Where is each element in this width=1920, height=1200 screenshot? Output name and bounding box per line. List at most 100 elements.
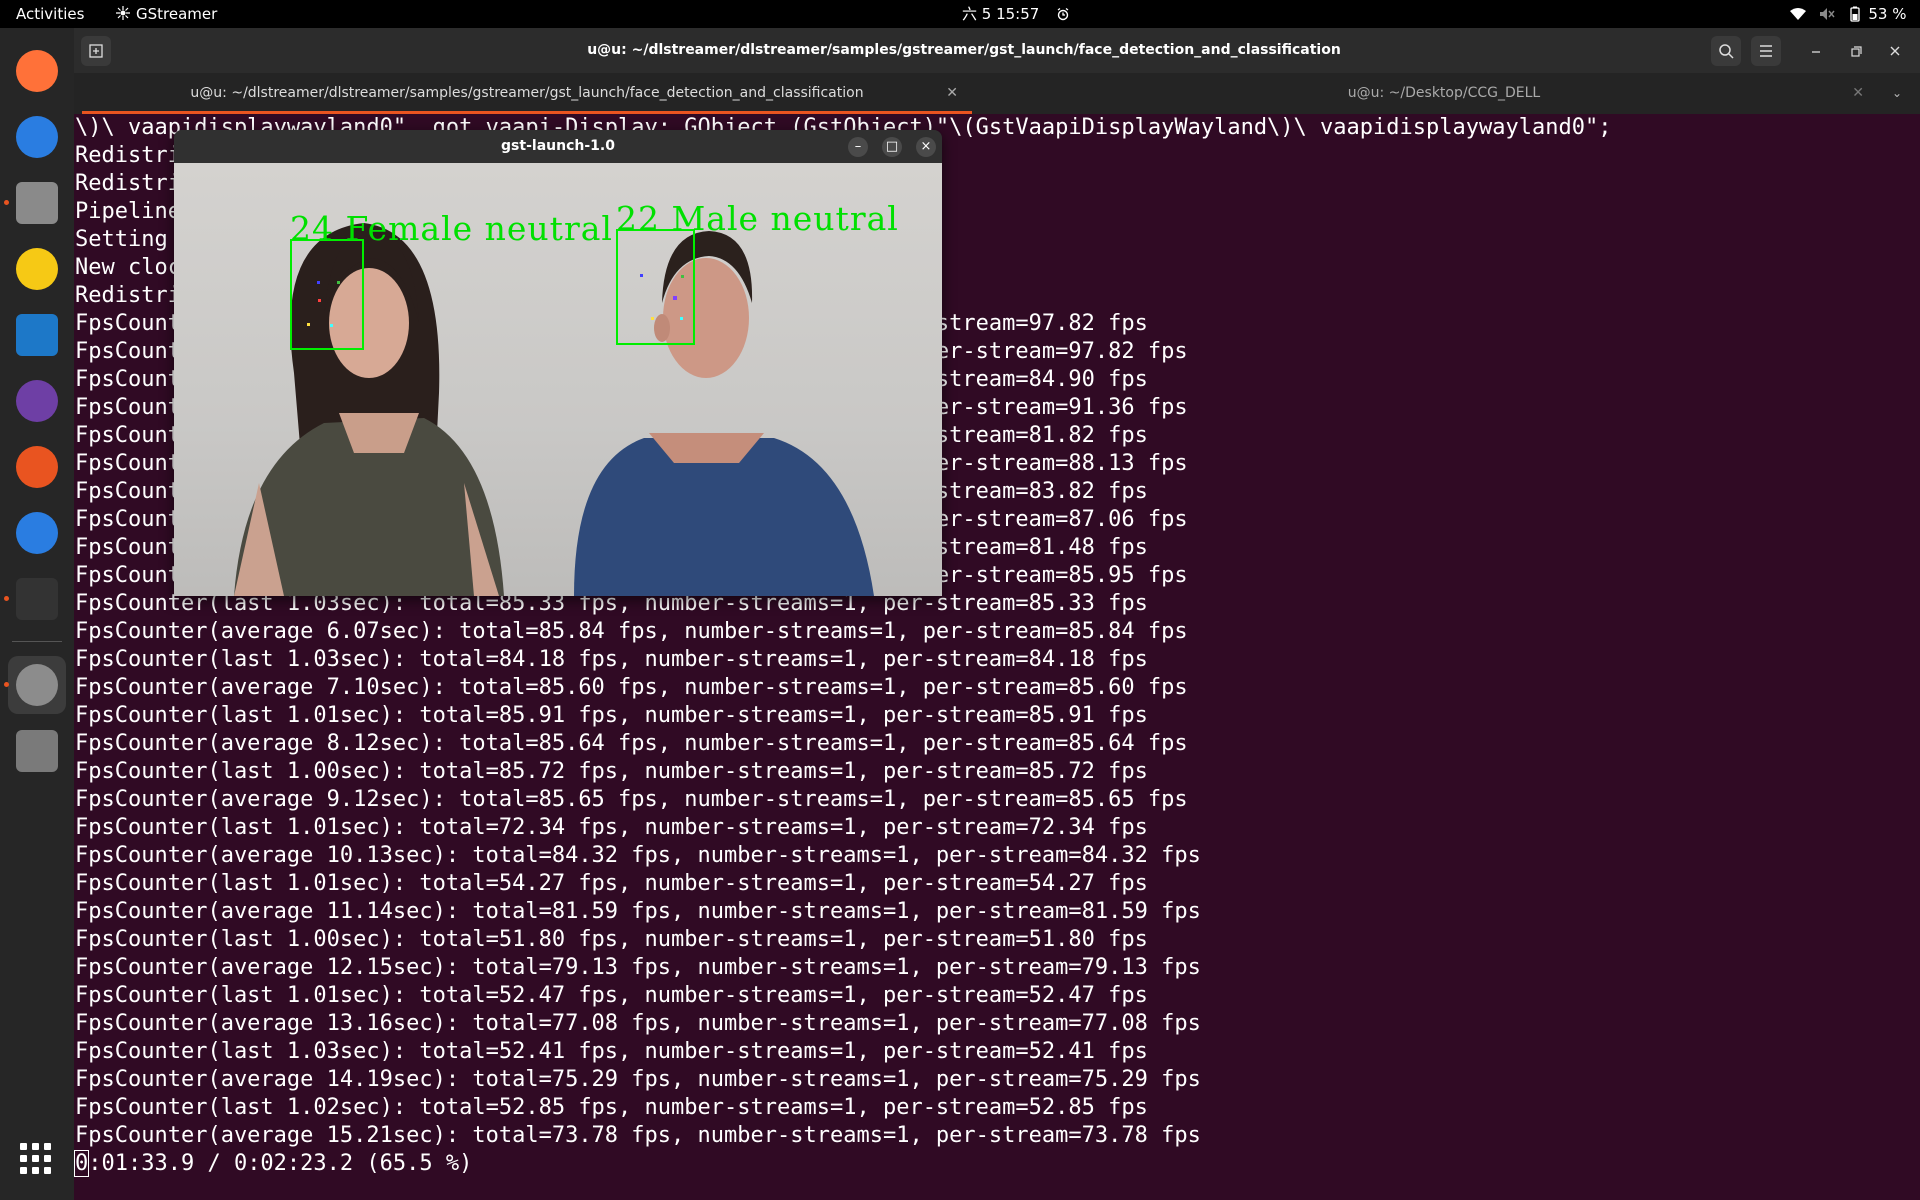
face-bounding-box xyxy=(616,229,695,345)
close-button[interactable] xyxy=(1880,36,1910,66)
dock xyxy=(0,28,74,1200)
terminal-line: FpsCounter(last 1.02sec): total=52.85 fp… xyxy=(75,1095,1148,1120)
minimize-button[interactable] xyxy=(1801,36,1831,66)
files-icon xyxy=(16,182,58,224)
software-icon xyxy=(16,446,58,488)
terminal-line: FpsCounter(average 13.16sec): total=77.0… xyxy=(75,1011,1201,1036)
wifi-icon xyxy=(1790,0,1808,28)
terminal-headerbar: u@u: ~/dlstreamer/dlstreamer/samples/gst… xyxy=(74,28,1920,73)
landmark-point xyxy=(640,274,643,277)
gstreamer-icon xyxy=(116,1,130,20)
tab-label: u@u: ~/dlstreamer/dlstreamer/samples/gst… xyxy=(190,85,864,101)
terminal-line: FpsCounter(last 1.03sec): total=52.41 fp… xyxy=(75,1039,1148,1064)
landmark-point xyxy=(681,275,684,278)
terminal-line: FpsCounter(average 15.21sec): total=73.7… xyxy=(75,1123,1201,1148)
minimize-icon: – xyxy=(854,139,862,154)
volume-muted-icon xyxy=(1819,0,1841,28)
terminal-line: FpsCounter(average 11.14sec): total=81.5… xyxy=(75,899,1201,924)
top-bar: Activities GStreamer 六 5 15:57 53 % xyxy=(0,0,1920,28)
terminal-line: FpsCounter(last 1.00sec): total=85.72 fp… xyxy=(75,759,1148,784)
cheese-icon xyxy=(16,380,58,422)
terminal-line: FpsCounter(last 1.01sec): total=54.27 fp… xyxy=(75,871,1148,896)
alarm-icon xyxy=(1056,0,1070,28)
terminal-line: FpsCounter(average 8.12sec): total=85.64… xyxy=(75,731,1188,756)
tab-dropdown-icon[interactable]: ⌄ xyxy=(1892,73,1902,114)
terminal-line: FpsCounter(last 1.01sec): total=72.34 fp… xyxy=(75,815,1148,840)
battery-icon xyxy=(1849,0,1864,28)
video-close-button[interactable]: × xyxy=(916,137,936,157)
clock[interactable]: 六 5 15:57 xyxy=(962,0,1070,28)
restore-button[interactable] xyxy=(1841,36,1871,66)
running-indicator xyxy=(4,200,9,205)
landmark-point xyxy=(330,324,333,327)
firefox-icon xyxy=(16,50,58,92)
dock-item-software[interactable] xyxy=(8,438,66,496)
terminal-line: FpsCounter(last 1.01sec): total=85.91 fp… xyxy=(75,703,1148,728)
terminal-line: FpsCounter(last 1.03sec): total=84.18 fp… xyxy=(75,647,1148,672)
dock-item-rhythmbox[interactable] xyxy=(8,240,66,298)
dock-item-terminal[interactable] xyxy=(4,570,66,628)
video-window-title: gst-launch-1.0 xyxy=(174,130,942,163)
terminal-line: FpsCounter(average 6.07sec): total=85.84… xyxy=(75,619,1188,644)
dock-item-settings[interactable] xyxy=(4,656,66,714)
minimize-icon xyxy=(1812,51,1820,53)
new-tab-icon xyxy=(89,44,103,58)
help-icon xyxy=(16,512,58,554)
face-bounding-box xyxy=(290,239,364,350)
dock-item-firefox[interactable] xyxy=(8,42,66,100)
terminal-line: 0:01:33.9 / 0:02:23.2 (65.5 %) xyxy=(73,1150,1915,1178)
terminal-line: FpsCounter(last 1.00sec): total=51.80 fp… xyxy=(75,927,1148,952)
clock-text: 六 5 15:57 xyxy=(962,5,1040,23)
terminal-line: FpsCounter(average 7.10sec): total=85.60… xyxy=(75,675,1188,700)
video-window[interactable]: gst-launch-1.0 – □ × 24 Female neutral 2… xyxy=(174,130,942,596)
new-tab-button[interactable] xyxy=(81,36,111,66)
menu-button[interactable] xyxy=(1751,36,1781,66)
restore-icon xyxy=(1851,46,1862,57)
running-indicator xyxy=(4,682,9,687)
dock-item-cheese[interactable] xyxy=(8,372,66,430)
dock-item-help[interactable] xyxy=(8,504,66,562)
tab-close-icon[interactable]: ✕ xyxy=(1852,73,1864,114)
running-indicator xyxy=(4,596,9,601)
face-label: 24 Female neutral xyxy=(290,209,613,248)
close-icon xyxy=(1890,46,1900,56)
rhythmbox-icon xyxy=(16,248,58,290)
face-label: 22 Male neutral xyxy=(616,199,899,238)
tab-bar: u@u: ~/dlstreamer/dlstreamer/samples/gst… xyxy=(74,73,1920,114)
app-menu[interactable]: GStreamer xyxy=(116,0,217,28)
close-icon: × xyxy=(920,139,932,154)
video-minimize-button[interactable]: – xyxy=(848,137,868,157)
video-maximize-button[interactable]: □ xyxy=(882,137,902,157)
video-frame: 24 Female neutral 22 Male neutral xyxy=(174,163,942,596)
dock-item-trash[interactable] xyxy=(8,722,66,780)
search-button[interactable] xyxy=(1711,36,1741,66)
system-menu[interactable]: 53 % xyxy=(1790,0,1906,28)
battery-percent: 53 % xyxy=(1868,5,1907,23)
terminal-line: FpsCounter(average 12.15sec): total=79.1… xyxy=(75,955,1201,980)
tab-active[interactable]: u@u: ~/dlstreamer/dlstreamer/samples/gst… xyxy=(82,73,972,114)
hamburger-icon xyxy=(1760,45,1772,57)
tab-inactive[interactable]: u@u: ~/Desktop/CCG_DELL ✕ ⌄ xyxy=(974,73,1914,114)
terminal-line: FpsCounter(average 9.12sec): total=85.65… xyxy=(75,787,1188,812)
dock-separator xyxy=(12,641,62,642)
window-title: u@u: ~/dlstreamer/dlstreamer/samples/gst… xyxy=(587,42,1341,58)
terminal-line: FpsCounter(last 1.01sec): total=52.47 fp… xyxy=(75,983,1148,1008)
settings-icon xyxy=(16,664,58,706)
dock-item-thunderbird[interactable] xyxy=(8,108,66,166)
terminal-line: FpsCounter(average 14.19sec): total=75.2… xyxy=(75,1067,1201,1092)
search-icon xyxy=(1719,44,1734,59)
person-woman xyxy=(234,223,504,596)
show-apps-icon[interactable] xyxy=(20,1143,54,1177)
landmark-point xyxy=(318,299,321,302)
terminal-cursor: 0 xyxy=(73,1150,90,1177)
terminal-icon xyxy=(16,578,58,620)
terminal-line: FpsCounter(average 10.13sec): total=84.3… xyxy=(75,843,1201,868)
landmark-point xyxy=(673,296,677,300)
dock-item-files[interactable] xyxy=(4,174,66,232)
dock-item-libreoffice-writer[interactable] xyxy=(8,306,66,364)
activities-button[interactable]: Activities xyxy=(16,0,84,28)
maximize-icon: □ xyxy=(885,139,899,154)
tab-close-icon[interactable]: ✕ xyxy=(946,73,958,114)
progress-text: :01:33.9 / 0:02:23.2 (65.5 %) xyxy=(88,1151,473,1176)
thunderbird-icon xyxy=(16,116,58,158)
